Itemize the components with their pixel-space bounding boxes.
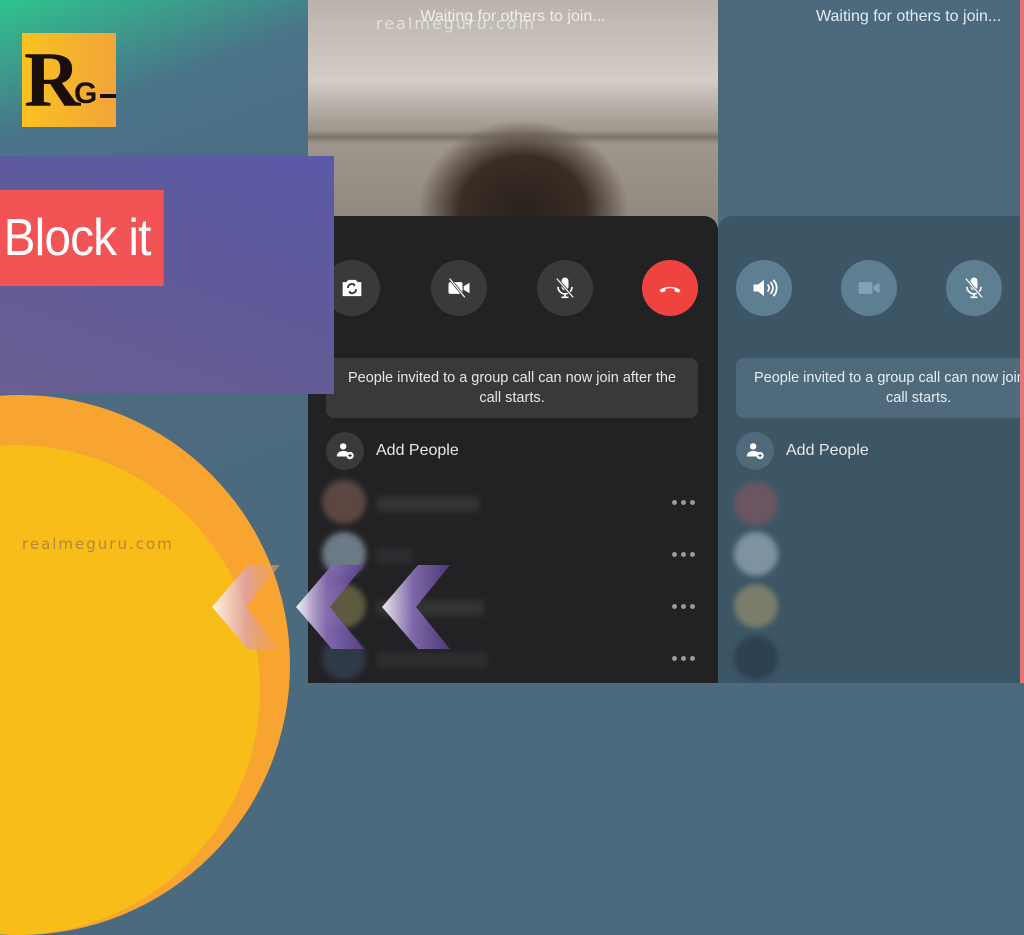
- add-person-icon: [736, 432, 774, 470]
- chevron-left-icon: [212, 565, 280, 649]
- video-button[interactable]: [841, 260, 897, 316]
- video-icon: [858, 282, 880, 294]
- speaker-button[interactable]: [736, 260, 792, 316]
- group-call-notice: People invited to a group call can now j…: [736, 358, 1024, 418]
- right-edge-border: [1020, 0, 1024, 683]
- mute-button[interactable]: [537, 260, 593, 316]
- camera-preview: [308, 0, 718, 230]
- more-options-icon[interactable]: [672, 604, 695, 609]
- participant-avatar: [734, 584, 778, 628]
- call-controls-sheet: People invited to a group call can now j…: [718, 216, 1024, 683]
- waiting-status: Waiting for others to join...: [816, 8, 1002, 25]
- video-off-icon: [448, 277, 470, 299]
- add-people-row[interactable]: Add People: [326, 432, 459, 470]
- chevron-left-icon: [382, 565, 450, 649]
- participant-row[interactable]: [322, 480, 366, 524]
- participant-name: [376, 652, 488, 668]
- notice-line-1: People invited to a group call can now j…: [754, 370, 1024, 386]
- add-person-icon: [326, 432, 364, 470]
- participant-avatar: [734, 482, 778, 526]
- notice-line-2: call starts.: [886, 390, 952, 406]
- logo-letter-sub: G: [74, 77, 98, 110]
- add-people-row[interactable]: Add People: [736, 432, 869, 470]
- participant-row[interactable]: [734, 636, 778, 680]
- more-options-icon[interactable]: [672, 500, 695, 505]
- headline-label: Block it: [0, 190, 164, 286]
- camera-background-detail: [308, 130, 718, 144]
- add-people-label: Add People: [786, 442, 869, 459]
- participant-name: [376, 496, 480, 512]
- site-logo: R G: [22, 33, 116, 127]
- add-people-label: Add People: [376, 442, 459, 459]
- speaker-icon: [753, 279, 778, 297]
- participant-row[interactable]: [734, 482, 778, 526]
- call-screen-light: Waiting for others to join... People inv…: [718, 0, 1024, 683]
- camera-flip-icon: [342, 279, 362, 297]
- watermark-bottom: realmeguru.com: [22, 535, 174, 553]
- mute-button[interactable]: [946, 260, 1002, 316]
- end-call-button[interactable]: [642, 260, 698, 316]
- video-off-button[interactable]: [431, 260, 487, 316]
- logo-letter-main: R: [24, 36, 81, 123]
- phone-hangup-icon: [659, 286, 681, 293]
- participant-row[interactable]: [734, 584, 778, 628]
- more-options-icon[interactable]: [672, 656, 695, 661]
- participant-row[interactable]: [734, 532, 778, 576]
- participant-avatar: [734, 636, 778, 680]
- watermark-top: realmeguru.com: [376, 14, 537, 33]
- participant-avatar: [734, 532, 778, 576]
- chevron-left-icon: [296, 565, 364, 649]
- participant-avatar: [322, 480, 366, 524]
- more-options-icon[interactable]: [672, 552, 695, 557]
- group-call-notice: People invited to a group call can now j…: [326, 358, 698, 418]
- logo-bar: [100, 94, 116, 98]
- participant-name: [376, 548, 412, 564]
- mic-off-icon: [555, 277, 575, 299]
- mic-off-icon: [964, 277, 984, 299]
